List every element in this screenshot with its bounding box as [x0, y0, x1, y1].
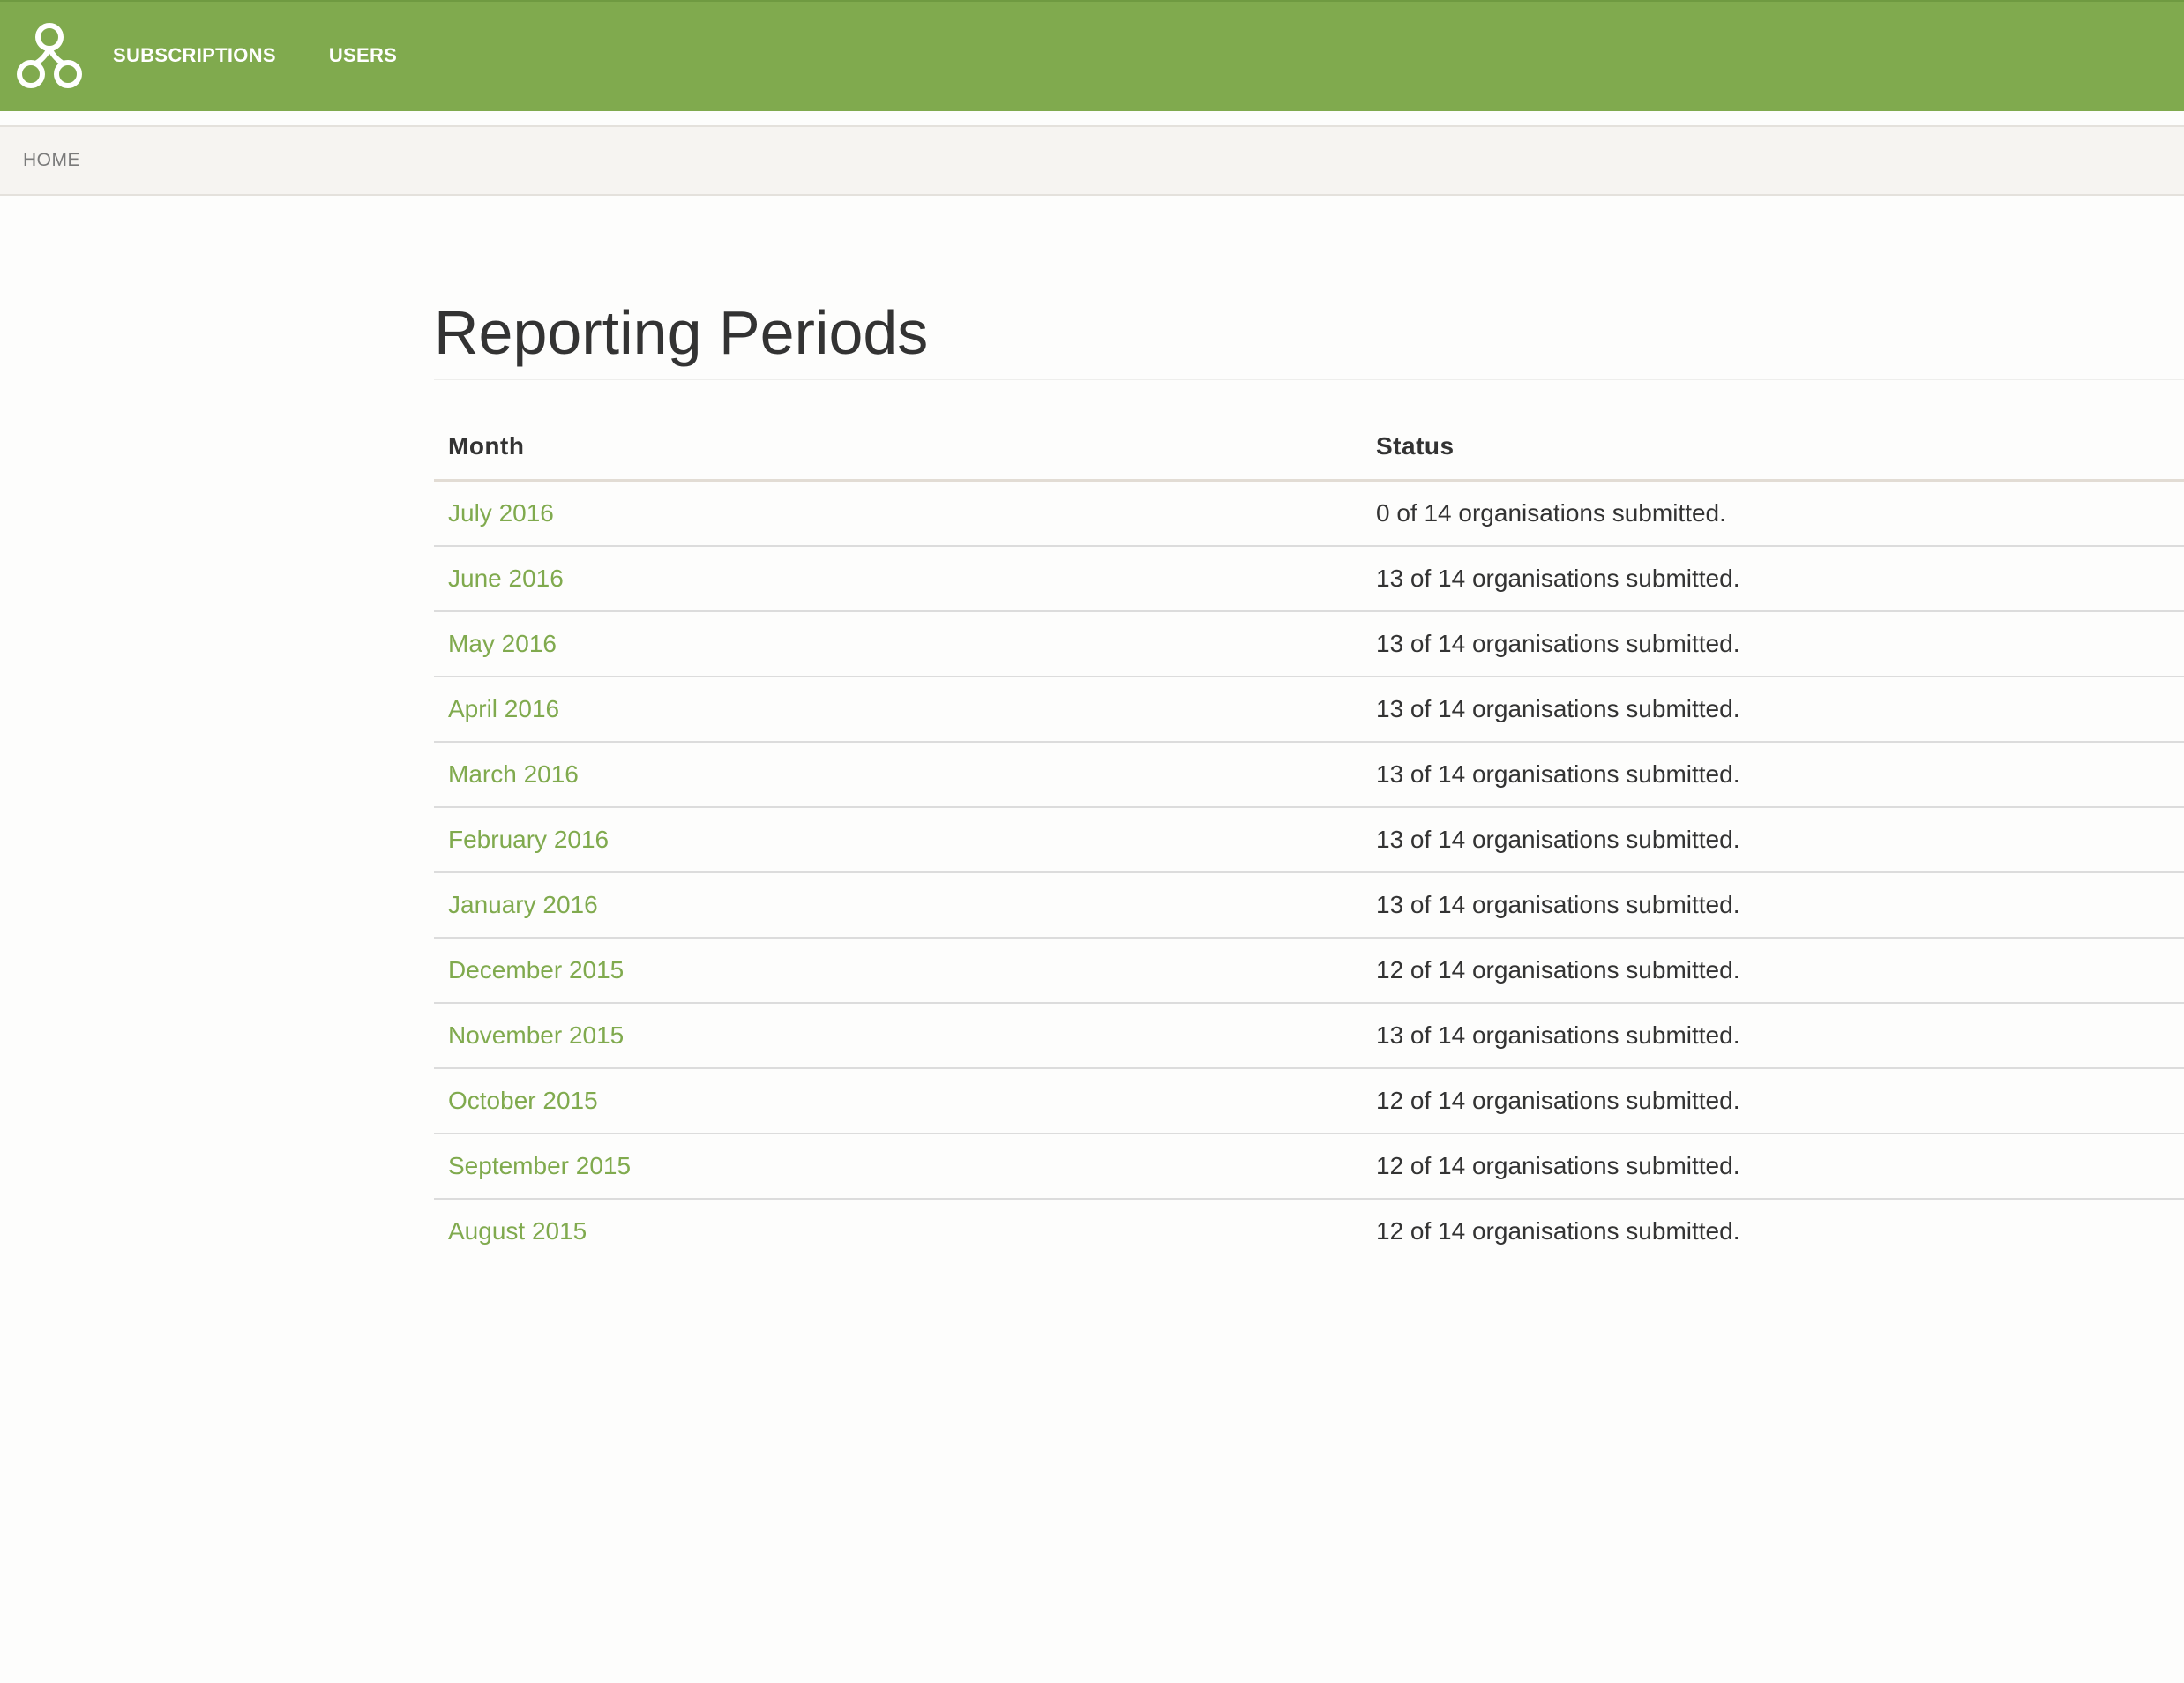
table-row: February 2016 13 of 14 organisations sub…: [434, 807, 2184, 873]
status-text: 12 of 14 organisations submitted.: [1376, 1087, 1740, 1114]
month-cell: March 2016: [434, 742, 1362, 808]
month-link[interactable]: April 2016: [448, 695, 559, 722]
nav-users-link[interactable]: USERS: [329, 44, 397, 67]
month-link[interactable]: September 2015: [448, 1152, 631, 1179]
breadcrumb: HOME: [0, 125, 2184, 196]
main-nav: SUBSCRIPTIONS USERS: [113, 2, 450, 109]
status-cell: 12 of 14 organisations submitted.: [1362, 1068, 2184, 1134]
table-row: December 2015 12 of 14 organisations sub…: [434, 938, 2184, 1004]
table-row: November 2015 13 of 14 organisations sub…: [434, 1003, 2184, 1069]
status-cell: 13 of 14 organisations submitted.: [1362, 807, 2184, 873]
status-text: 13 of 14 organisations submitted.: [1376, 760, 1740, 788]
main-content: Reporting Periods Month Status July 2016…: [434, 265, 2184, 1263]
month-link[interactable]: February 2016: [448, 826, 609, 853]
column-header-month: Month: [434, 414, 1362, 482]
status-text: 13 of 14 organisations submitted.: [1376, 891, 1740, 918]
status-text: 12 of 14 organisations submitted.: [1376, 1152, 1740, 1179]
table-row: March 2016 13 of 14 organisations submit…: [434, 742, 2184, 808]
table-row: June 2016 13 of 14 organisations submitt…: [434, 546, 2184, 612]
month-link[interactable]: March 2016: [448, 760, 579, 788]
status-text: 12 of 14 organisations submitted.: [1376, 1217, 1740, 1245]
breadcrumb-home-link[interactable]: HOME: [23, 150, 80, 171]
table-row: May 2016 13 of 14 organisations submitte…: [434, 611, 2184, 677]
status-cell: 13 of 14 organisations submitted.: [1362, 742, 2184, 808]
month-cell: July 2016: [434, 480, 1362, 547]
status-text: 13 of 14 organisations submitted.: [1376, 695, 1740, 722]
month-cell: November 2015: [434, 1003, 1362, 1069]
table-header-row: Month Status: [434, 414, 2184, 482]
status-cell: 13 of 14 organisations submitted.: [1362, 546, 2184, 612]
status-text: 13 of 14 organisations submitted.: [1376, 826, 1740, 853]
month-link[interactable]: November 2015: [448, 1021, 624, 1049]
month-cell: January 2016: [434, 872, 1362, 939]
status-text: 13 of 14 organisations submitted.: [1376, 630, 1740, 657]
table-row: August 2015 12 of 14 organisations submi…: [434, 1199, 2184, 1263]
page-title: Reporting Periods: [434, 265, 2184, 380]
status-text: 13 of 14 organisations submitted.: [1376, 1021, 1740, 1049]
status-text: 12 of 14 organisations submitted.: [1376, 956, 1740, 984]
month-cell: October 2015: [434, 1068, 1362, 1134]
month-cell: August 2015: [434, 1199, 1362, 1263]
nav-subscriptions-link[interactable]: SUBSCRIPTIONS: [113, 44, 276, 67]
month-link[interactable]: June 2016: [448, 565, 564, 592]
month-link[interactable]: December 2015: [448, 956, 624, 984]
status-cell: 13 of 14 organisations submitted.: [1362, 677, 2184, 743]
status-cell: 12 of 14 organisations submitted.: [1362, 1133, 2184, 1200]
status-cell: 13 of 14 organisations submitted.: [1362, 872, 2184, 939]
status-text: 0 of 14 organisations submitted.: [1376, 499, 1726, 527]
table-row: October 2015 12 of 14 organisations subm…: [434, 1068, 2184, 1134]
status-cell: 0 of 14 organisations submitted.: [1362, 480, 2184, 547]
status-text: 13 of 14 organisations submitted.: [1376, 565, 1740, 592]
status-cell: 12 of 14 organisations submitted.: [1362, 1199, 2184, 1263]
reporting-periods-table: Month Status July 2016 0 of 14 organisat…: [434, 414, 2184, 1263]
table-row: January 2016 13 of 14 organisations subm…: [434, 872, 2184, 939]
status-cell: 13 of 14 organisations submitted.: [1362, 1003, 2184, 1069]
month-link[interactable]: January 2016: [448, 891, 598, 918]
month-cell: April 2016: [434, 677, 1362, 743]
month-link[interactable]: July 2016: [448, 499, 554, 527]
table-row: July 2016 0 of 14 organisations submitte…: [434, 480, 2184, 547]
top-navigation-bar: SUBSCRIPTIONS USERS: [0, 0, 2184, 111]
month-link[interactable]: October 2015: [448, 1087, 598, 1114]
month-cell: December 2015: [434, 938, 1362, 1004]
column-header-status: Status: [1362, 414, 2184, 482]
month-cell: June 2016: [434, 546, 1362, 612]
month-link[interactable]: August 2015: [448, 1217, 587, 1245]
table-row: September 2015 12 of 14 organisations su…: [434, 1133, 2184, 1200]
month-cell: May 2016: [434, 611, 1362, 677]
status-cell: 12 of 14 organisations submitted.: [1362, 938, 2184, 1004]
table-row: April 2016 13 of 14 organisations submit…: [434, 677, 2184, 743]
three-circles-logo-icon[interactable]: [12, 21, 86, 92]
month-cell: February 2016: [434, 807, 1362, 873]
month-link[interactable]: May 2016: [448, 630, 557, 657]
status-cell: 13 of 14 organisations submitted.: [1362, 611, 2184, 677]
month-cell: September 2015: [434, 1133, 1362, 1200]
